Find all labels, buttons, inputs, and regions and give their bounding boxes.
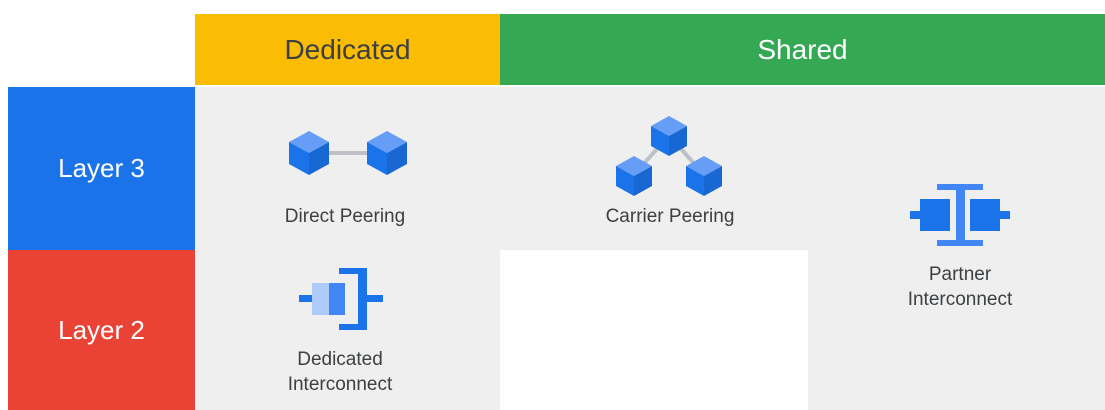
row-header-layer2: Layer 2 [8, 250, 195, 410]
partner-interconnect-label-line1: Partner [928, 264, 992, 285]
partner-interconnect-label-line2: Interconnect [907, 289, 1013, 310]
row-header-layer3-label: Layer 3 [58, 153, 145, 183]
direct-peering-label: Direct Peering [284, 206, 406, 227]
empty-cell [500, 250, 808, 410]
row-header-layer2-label: Layer 2 [58, 314, 145, 345]
three-cubes-network-icon [616, 116, 722, 196]
dedicated-interconnect-label: Dedicated Interconnect [240, 347, 440, 397]
partner-interconnect-label: Partner Interconnect [860, 262, 1060, 312]
dedicated-interconnect-icon [299, 268, 383, 330]
partner-interconnect-icon [910, 184, 1010, 246]
partner-panel [808, 87, 1105, 410]
row-header-layer3: Layer 3 [8, 87, 195, 250]
column-header-dedicated-label: Dedicated [284, 33, 411, 65]
two-cubes-linked-icon [289, 131, 407, 175]
dedicated-interconnect-label-line2: Interconnect [287, 374, 393, 395]
carrier-peering-label: Carrier Peering [605, 206, 735, 227]
column-header-dedicated: Dedicated [195, 14, 500, 85]
column-header-shared-label: Shared [757, 33, 848, 65]
cube-left [289, 131, 329, 175]
column-header-shared: Shared [500, 14, 1105, 85]
cube-right [367, 131, 407, 175]
dedicated-interconnect-label-line1: Dedicated [297, 349, 383, 370]
